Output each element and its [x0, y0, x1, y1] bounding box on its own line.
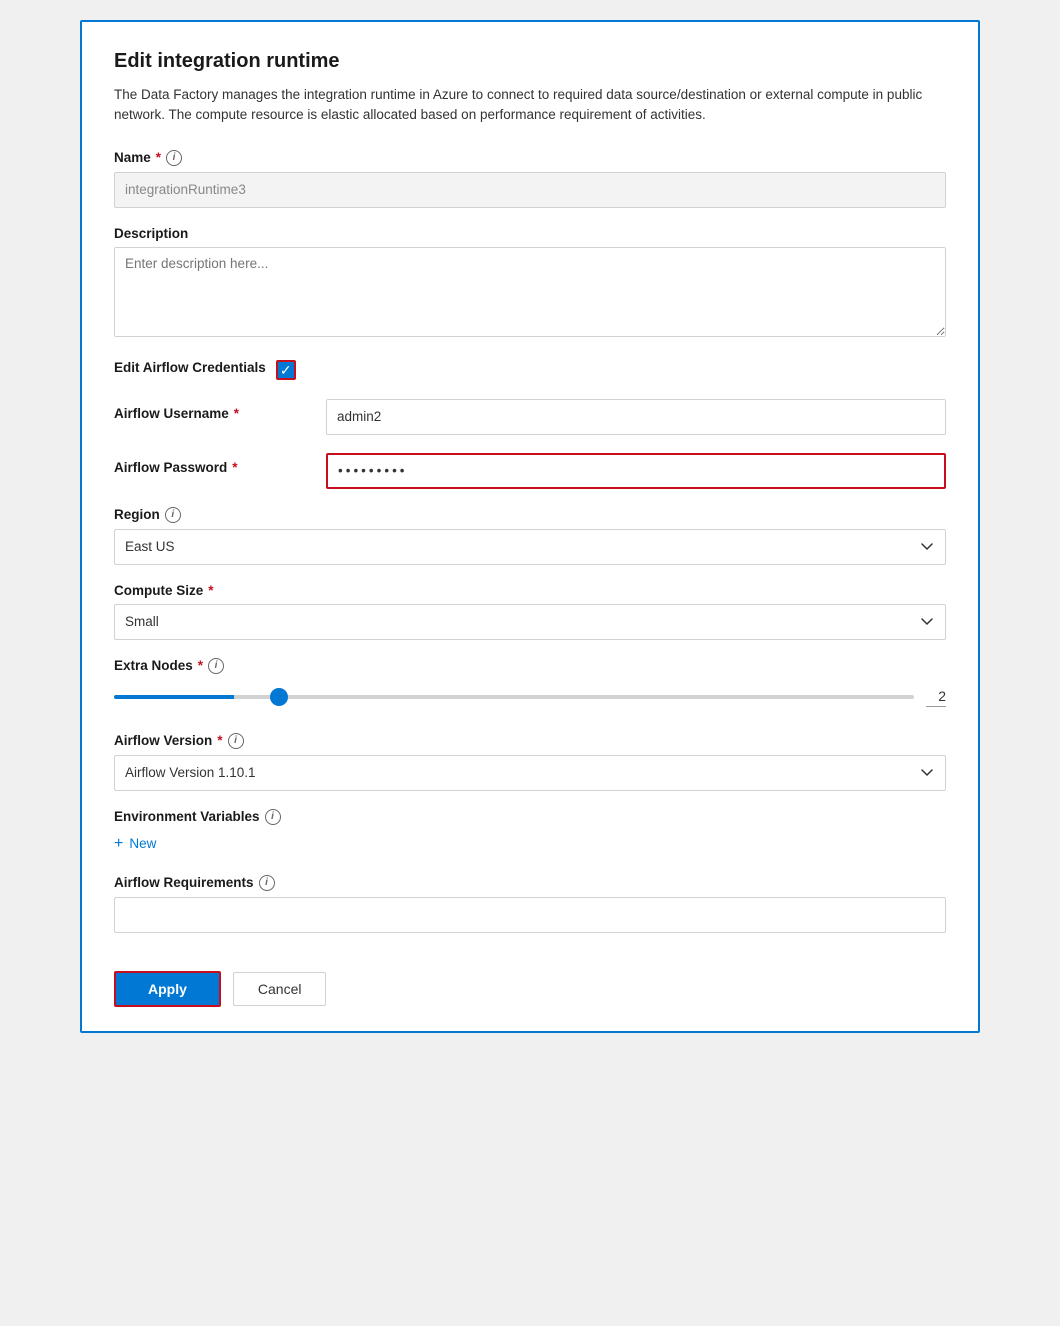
extra-nodes-slider-container: 2 — [114, 680, 946, 715]
airflow-version-info-icon: i — [228, 733, 244, 749]
name-field-group: Name * i — [114, 150, 946, 208]
edit-airflow-credentials-label: Edit Airflow Credentials — [114, 360, 266, 375]
name-input[interactable] — [114, 172, 946, 208]
panel-description: The Data Factory manages the integration… — [114, 85, 946, 126]
airflow-requirements-input[interactable] — [114, 897, 946, 933]
airflow-password-row: Airflow Password * — [114, 453, 946, 489]
description-input[interactable] — [114, 247, 946, 337]
airflow-version-label: Airflow Version * i — [114, 733, 946, 749]
apply-button[interactable]: Apply — [114, 971, 221, 1007]
airflow-version-field-group: Airflow Version * i Airflow Version 1.10… — [114, 733, 946, 791]
extra-nodes-label: Extra Nodes * i — [114, 658, 946, 674]
checkmark-icon: ✓ — [280, 363, 292, 377]
compute-size-select[interactable]: Small Medium Large — [114, 604, 946, 640]
region-field-group: Region i East US West US East US 2 West … — [114, 507, 946, 565]
extra-nodes-slider[interactable] — [114, 695, 914, 699]
airflow-username-required-star: * — [234, 406, 239, 421]
description-label: Description — [114, 226, 946, 241]
env-variables-label: Environment Variables i — [114, 809, 946, 825]
region-label: Region i — [114, 507, 946, 523]
panel-title: Edit integration runtime — [114, 50, 946, 73]
edit-airflow-credentials-checkbox[interactable]: ✓ — [276, 360, 296, 380]
name-info-icon: i — [166, 150, 182, 166]
compute-size-required-star: * — [208, 583, 213, 598]
airflow-username-row: Airflow Username * — [114, 399, 946, 435]
name-label: Name * i — [114, 150, 946, 166]
extra-nodes-required-star: * — [198, 658, 203, 673]
extra-nodes-info-icon: i — [208, 658, 224, 674]
airflow-requirements-label: Airflow Requirements i — [114, 875, 946, 891]
description-field-group: Description — [114, 226, 946, 342]
airflow-password-input[interactable] — [326, 453, 946, 489]
region-info-icon: i — [165, 507, 181, 523]
airflow-version-required-star: * — [217, 733, 222, 748]
plus-icon: + — [114, 835, 123, 853]
env-variables-info-icon: i — [265, 809, 281, 825]
edit-airflow-credentials-row: Edit Airflow Credentials ✓ — [114, 360, 946, 381]
extra-nodes-field-group: Extra Nodes * i 2 — [114, 658, 946, 715]
airflow-password-required-star: * — [232, 460, 237, 475]
airflow-requirements-info-icon: i — [259, 875, 275, 891]
airflow-requirements-field-group: Airflow Requirements i — [114, 875, 946, 933]
airflow-password-label: Airflow Password * — [114, 460, 314, 475]
env-variables-field-group: Environment Variables i + New — [114, 809, 946, 857]
airflow-version-select[interactable]: Airflow Version 1.10.1 Airflow Version 2… — [114, 755, 946, 791]
footer: Apply Cancel — [114, 951, 946, 1031]
airflow-username-label: Airflow Username * — [114, 406, 314, 421]
extra-nodes-value: 2 — [926, 688, 946, 707]
region-select[interactable]: East US West US East US 2 West Europe So… — [114, 529, 946, 565]
compute-size-label: Compute Size * — [114, 583, 946, 598]
edit-integration-runtime-panel: Edit integration runtime The Data Factor… — [80, 20, 980, 1033]
airflow-username-input[interactable] — [326, 399, 946, 435]
new-button-label: New — [129, 836, 156, 851]
name-required-star: * — [156, 150, 161, 165]
compute-size-field-group: Compute Size * Small Medium Large — [114, 583, 946, 640]
cancel-button[interactable]: Cancel — [233, 972, 327, 1006]
new-env-variable-button[interactable]: + New — [114, 831, 156, 857]
